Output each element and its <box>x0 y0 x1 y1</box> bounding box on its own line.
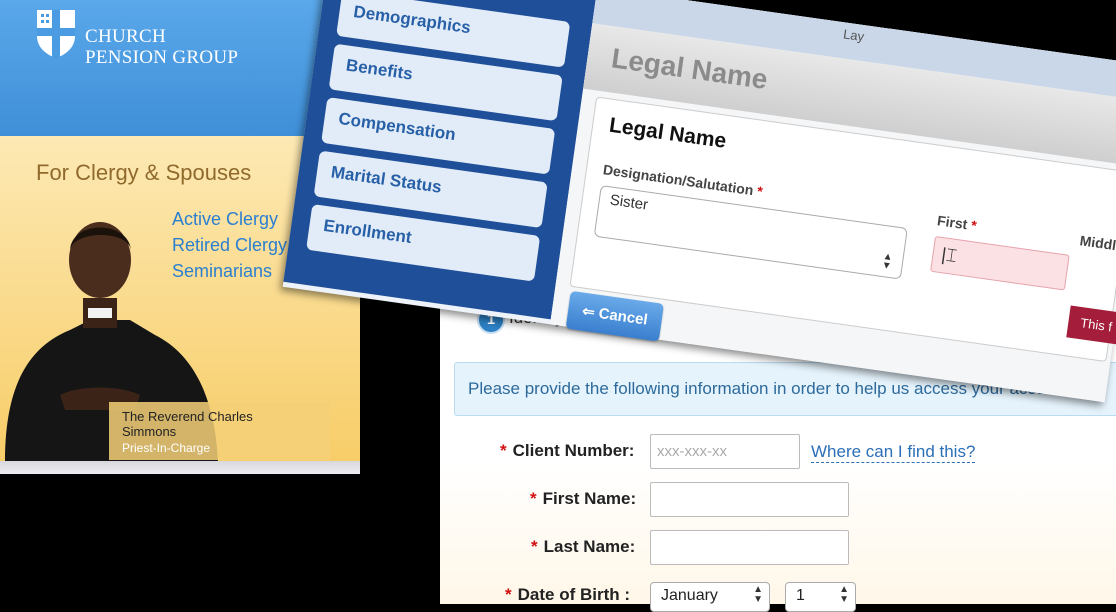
dob-label: * Date of Birth : <box>505 585 630 605</box>
dob-label-text: Date of Birth : <box>517 585 631 604</box>
caption-name: The Reverend Charles Simmons <box>122 409 253 439</box>
first-name-field[interactable] <box>650 482 849 517</box>
overlay-nav: Demographics Benefits Compensation Marit… <box>283 0 598 320</box>
cancel-label: Cancel <box>597 305 649 329</box>
required-marker: * <box>531 537 538 556</box>
designation-value: Sister <box>608 191 650 214</box>
required-marker: * <box>970 216 978 234</box>
legal-name-window: Demographics Benefits Compensation Marit… <box>282 0 1116 403</box>
required-marker: * <box>756 182 764 200</box>
card-heading: Legal Name <box>607 113 728 153</box>
first-label-text: First <box>936 212 969 233</box>
dob-month-select[interactable]: January ▲ ▼ <box>650 582 770 612</box>
last-name-field[interactable] <box>650 530 849 565</box>
window-title: Legal Name <box>609 42 770 95</box>
logo-line2: PENSION GROUP <box>85 47 239 68</box>
required-marker: * <box>530 489 537 508</box>
topbar-label: Lay <box>842 26 866 45</box>
dob-day-select[interactable]: 1 ▲ ▼ <box>785 582 856 612</box>
middle-label: Middle <box>1078 232 1116 255</box>
where-find-this-link[interactable]: Where can I find this? <box>811 442 976 463</box>
required-marker: * <box>505 585 512 604</box>
dob-day-value: 1 <box>796 587 805 604</box>
cpg-footer <box>0 461 360 474</box>
select-arrows-icon: ▲ ▼ <box>753 584 763 605</box>
last-name-input[interactable] <box>651 531 848 564</box>
caption-role: Priest-In-Charge <box>122 441 211 455</box>
section-title: For Clergy & Spouses <box>36 160 252 185</box>
church-shield-logo-icon <box>37 10 75 58</box>
first-name-label-text: First Name: <box>542 489 637 508</box>
client-number-label: * Client Number: <box>500 441 634 461</box>
first-name-input[interactable] <box>651 483 848 516</box>
cpg-logo-text: CHURCH PENSION GROUP <box>85 26 238 68</box>
text-cursor-icon: |⌶ <box>940 244 959 267</box>
last-name-label-text: Last Name: <box>543 537 636 556</box>
last-name-label: * Last Name: <box>531 537 635 557</box>
first-name-label: * First Name: <box>530 489 636 509</box>
first-name-overlay-input[interactable]: |⌶ <box>930 235 1070 291</box>
client-number-field[interactable] <box>650 434 800 469</box>
dob-month-value: January <box>661 587 718 604</box>
select-arrows-icon: ▲ ▼ <box>839 584 849 605</box>
select-arrows-icon: ▲ ▼ <box>880 250 894 273</box>
first-label: First * <box>936 212 978 233</box>
client-number-input[interactable] <box>651 435 799 468</box>
logo-line1: CHURCH <box>85 26 166 47</box>
designation-select[interactable]: Sister ▲ ▼ <box>593 184 908 280</box>
required-marker: * <box>500 441 507 460</box>
client-number-label-text: Client Number: <box>512 441 635 460</box>
error-tooltip: This f <box>1066 305 1116 346</box>
back-arrow-icon: ⇐ <box>581 302 596 322</box>
